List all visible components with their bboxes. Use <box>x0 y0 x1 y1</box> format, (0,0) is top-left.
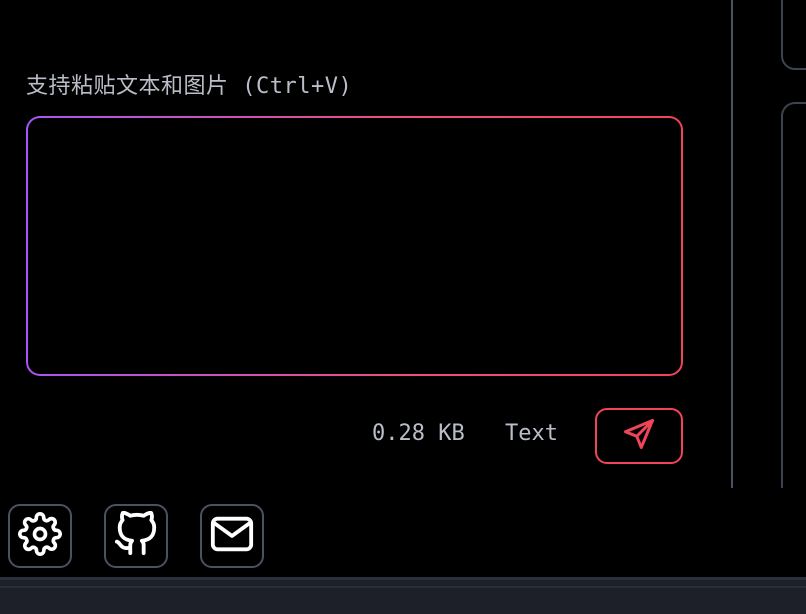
github-button[interactable] <box>104 504 168 568</box>
send-icon <box>621 416 657 456</box>
content-type: Text <box>505 421 558 446</box>
mail-button[interactable] <box>200 504 264 568</box>
hint-label: 支持粘贴文本和图片 (Ctrl+V) <box>26 74 353 99</box>
paste-input[interactable] <box>28 118 681 374</box>
send-button[interactable] <box>595 408 683 464</box>
side-card-top <box>781 0 806 70</box>
content-size: 0.28 KB <box>372 421 465 446</box>
side-card-bottom <box>781 102 806 488</box>
settings-button[interactable] <box>8 504 72 568</box>
gear-icon <box>18 512 62 560</box>
panel-divider <box>731 0 733 488</box>
github-icon <box>113 510 159 561</box>
mail-icon <box>209 511 255 561</box>
bottom-bar-stripe <box>0 586 806 588</box>
paste-box <box>26 116 683 376</box>
bottom-bar <box>0 577 806 614</box>
